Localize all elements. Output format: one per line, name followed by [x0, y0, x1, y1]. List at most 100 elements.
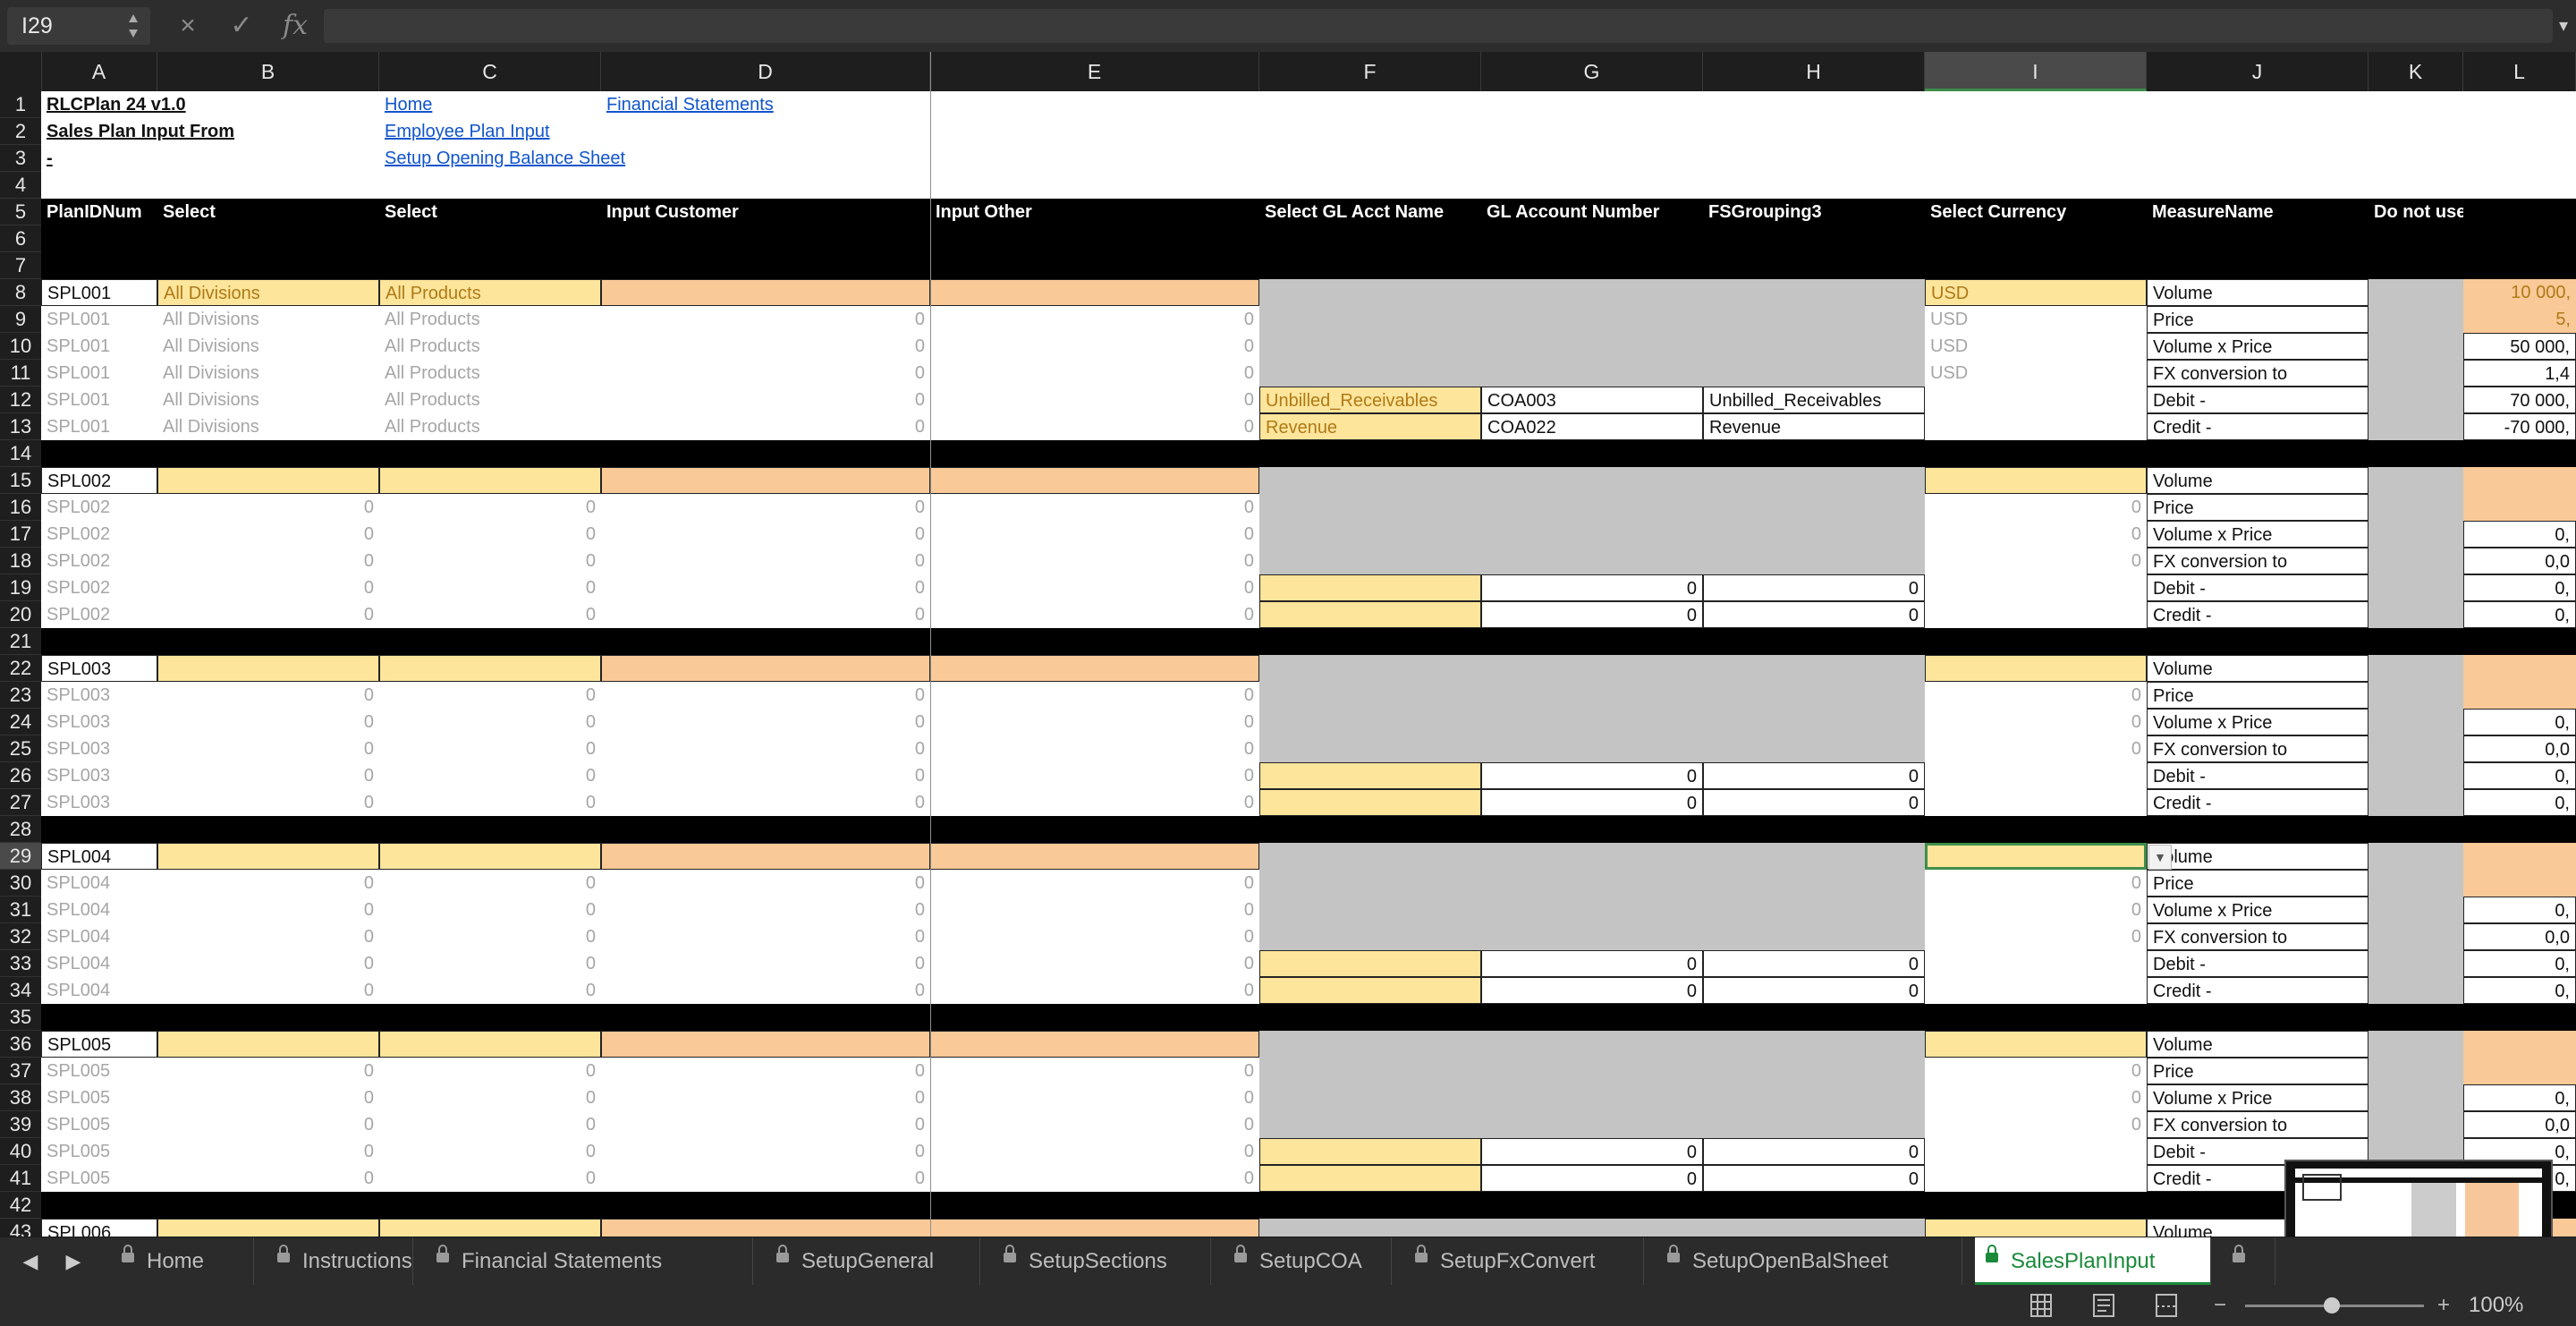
measure-value[interactable]: 0,0	[2463, 1111, 2576, 1138]
product-value[interactable]: All Products	[379, 413, 601, 440]
row-header[interactable]: 35	[0, 1004, 41, 1031]
gl-account-number[interactable]: 0	[1481, 601, 1703, 628]
other-value[interactable]: 0	[930, 897, 1259, 923]
row-header[interactable]: 36	[0, 1031, 41, 1058]
sheet-tab-hidden[interactable]	[2222, 1237, 2275, 1286]
zoom-level[interactable]: 100%	[2469, 1292, 2523, 1319]
other-value[interactable]: 0	[930, 333, 1259, 360]
row-header[interactable]: 10	[0, 333, 41, 360]
measure-value[interactable]: 0,	[2463, 601, 2576, 628]
other-value[interactable]: 0	[930, 521, 1259, 548]
currency-value[interactable]: 0	[1925, 548, 2147, 574]
customer-value[interactable]: 0	[601, 897, 930, 923]
measure-value[interactable]	[2463, 655, 2576, 682]
product-value[interactable]: 0	[379, 789, 601, 816]
division-value[interactable]: 0	[157, 1058, 379, 1084]
row-header[interactable]: 31	[0, 897, 41, 923]
plan-id[interactable]: SPL004	[41, 870, 157, 897]
column-header-g[interactable]: G	[1481, 52, 1703, 91]
plan-id[interactable]: SPL005	[41, 1058, 157, 1084]
customer-value[interactable]: 0	[601, 1084, 930, 1111]
division-select[interactable]	[157, 467, 379, 494]
currency-value[interactable]: USD	[1925, 333, 2147, 360]
measure-value[interactable]	[2463, 494, 2576, 521]
product-value[interactable]: 0	[379, 682, 601, 709]
fs-grouping[interactable]: 0	[1703, 977, 1925, 1004]
plan-id[interactable]: SPL003	[41, 655, 157, 682]
column-header-b[interactable]: B	[157, 52, 379, 91]
product-value[interactable]: 0	[379, 494, 601, 521]
column-header-e[interactable]: E	[930, 52, 1259, 91]
measure-value[interactable]: 50 000,	[2463, 333, 2576, 360]
column-header-a[interactable]: A	[41, 52, 157, 91]
normal-view-icon[interactable]	[2023, 1292, 2059, 1319]
customer-value[interactable]: 0	[601, 923, 930, 950]
customer-value[interactable]: 0	[601, 1165, 930, 1192]
row-header[interactable]: 41	[0, 1165, 41, 1192]
row-header[interactable]: 3	[0, 145, 41, 172]
scroll-tabs-right-icon[interactable]: ▶	[55, 1237, 91, 1286]
currency-value[interactable]: 0	[1925, 870, 2147, 897]
gl-account-number[interactable]: 0	[1481, 789, 1703, 816]
division-value[interactable]: 0	[157, 950, 379, 977]
currency-value[interactable]: 0	[1925, 682, 2147, 709]
plan-id[interactable]: SPL005	[41, 1031, 157, 1058]
other-value[interactable]: 0	[930, 306, 1259, 333]
product-value[interactable]: 0	[379, 870, 601, 897]
currency-value[interactable]: USD	[1925, 306, 2147, 333]
customer-value[interactable]: 0	[601, 682, 930, 709]
product-value[interactable]: 0	[379, 548, 601, 574]
column-header-d[interactable]: D	[601, 52, 930, 91]
row-header[interactable]: 13	[0, 413, 41, 440]
row-header[interactable]: 9	[0, 306, 41, 333]
product-value[interactable]: 0	[379, 709, 601, 735]
plan-id[interactable]: SPL003	[41, 682, 157, 709]
product-value[interactable]: 0	[379, 1058, 601, 1084]
plan-id[interactable]: SPL006	[41, 1219, 157, 1237]
row-header[interactable]: 5	[0, 199, 41, 225]
customer-value[interactable]: 0	[601, 494, 930, 521]
row-header[interactable]: 32	[0, 923, 41, 950]
zoom-in-button[interactable]: +	[2426, 1292, 2462, 1319]
fs-grouping[interactable]: 0	[1703, 789, 1925, 816]
customer-input[interactable]	[601, 843, 930, 870]
gl-account-number[interactable]: 0	[1481, 762, 1703, 789]
plan-id[interactable]: SPL004	[41, 843, 157, 870]
gl-account-select[interactable]	[1259, 762, 1481, 789]
other-value[interactable]: 0	[930, 977, 1259, 1004]
gl-account-select[interactable]	[1259, 574, 1481, 601]
plan-id[interactable]: SPL005	[41, 1165, 157, 1192]
currency-value[interactable]: 0	[1925, 735, 2147, 762]
row-header[interactable]: 17	[0, 521, 41, 548]
gl-account-number[interactable]: 0	[1481, 1138, 1703, 1165]
other-value[interactable]: 0	[930, 870, 1259, 897]
product-select[interactable]	[379, 1031, 601, 1058]
measure-value[interactable]: 0,	[2463, 762, 2576, 789]
page-break-preview-icon[interactable]	[2148, 1292, 2184, 1319]
other-value[interactable]: 0	[930, 360, 1259, 387]
gl-account-select[interactable]	[1259, 789, 1481, 816]
sheet-tab-setupcoa[interactable]: SetupCOA	[1224, 1237, 1392, 1286]
insert-function-icon[interactable]: fx	[277, 9, 313, 43]
plan-id[interactable]: SPL003	[41, 762, 157, 789]
plan-id[interactable]: SPL002	[41, 574, 157, 601]
gl-account-select[interactable]	[1259, 950, 1481, 977]
other-value[interactable]: 0	[930, 682, 1259, 709]
fs-grouping[interactable]: Revenue	[1703, 413, 1925, 440]
select-all-corner[interactable]	[0, 52, 42, 91]
expand-formula-bar-icon[interactable]: ▾	[2555, 9, 2572, 43]
row-header[interactable]: 34	[0, 977, 41, 1004]
row-header[interactable]: 12	[0, 387, 41, 413]
division-value[interactable]: 0	[157, 521, 379, 548]
plan-id[interactable]: SPL004	[41, 923, 157, 950]
gl-account-number[interactable]: 0	[1481, 950, 1703, 977]
product-value[interactable]: 0	[379, 601, 601, 628]
division-value[interactable]: 0	[157, 1111, 379, 1138]
division-value[interactable]: 0	[157, 682, 379, 709]
currency-select[interactable]	[1925, 1219, 2147, 1237]
customer-value[interactable]: 0	[601, 870, 930, 897]
product-value[interactable]: 0	[379, 1084, 601, 1111]
product-value[interactable]: 0	[379, 1138, 601, 1165]
product-select[interactable]	[379, 467, 601, 494]
customer-value[interactable]: 0	[601, 1111, 930, 1138]
